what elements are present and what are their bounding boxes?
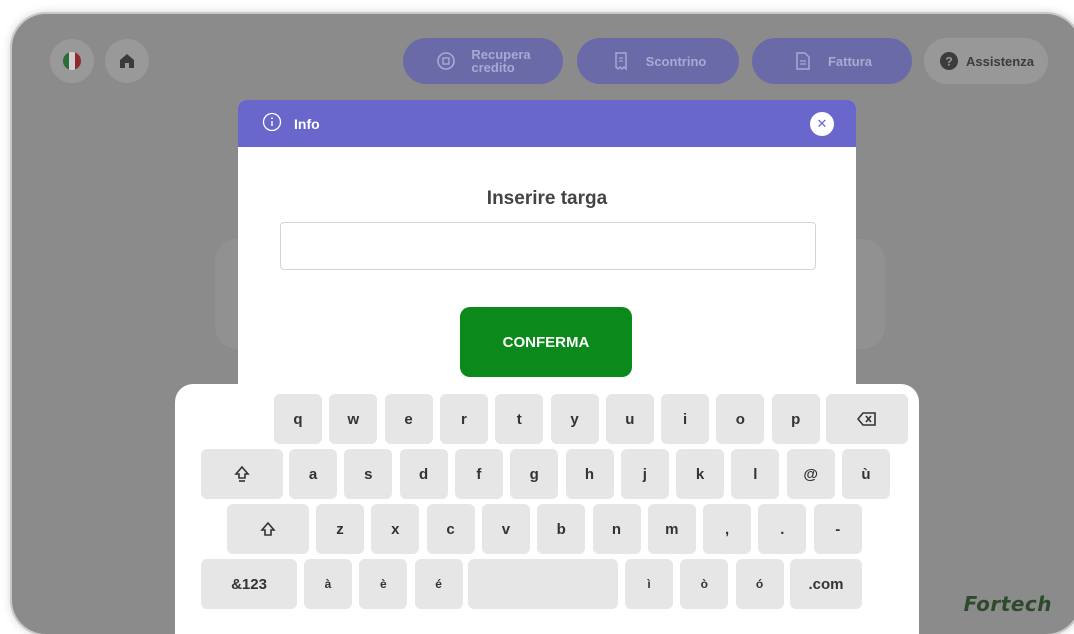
key[interactable]: e [384,394,433,444]
invoice-label: Fattura [827,53,873,69]
recover-credit-button[interactable]: Recupera credito [403,38,563,84]
key[interactable]: l [731,449,780,499]
key[interactable]: q [274,394,322,444]
brand-logo: Fortech [963,592,1052,616]
key[interactable]: n [592,504,641,554]
key[interactable]: o [716,394,765,444]
key[interactable]: h [565,449,614,499]
assistance-button[interactable]: ? Assistenza [924,38,1048,84]
key[interactable]: k [676,449,725,499]
info-icon [262,112,282,135]
numbers-key[interactable]: &123 [201,559,297,609]
key[interactable]: i [661,394,710,444]
key[interactable]: m [647,504,696,554]
virtual-keyboard: qwertyuiop a s d f g h j k l @ ù zxcvbnm,.- &123 à… [175,384,919,634]
key[interactable]: d [399,449,448,499]
dialog-header: Info [238,100,856,147]
receipt-label: Scontrino [645,53,707,69]
close-icon[interactable]: ✕ [810,112,834,136]
svg-text:?: ? [945,55,952,69]
shift-icon [260,521,276,536]
key[interactable]: é [414,559,463,609]
key[interactable]: w [329,394,378,444]
invoice-button[interactable]: Fattura [752,38,912,84]
home-icon [120,54,134,68]
document-icon [792,50,814,72]
key[interactable]: f [454,449,503,499]
dialog-header-title: Info [294,115,320,132]
key[interactable]: ù [842,449,890,499]
backspace-key[interactable] [826,394,908,444]
dialog-title: Inserire targa [486,188,608,209]
caps-lock-key[interactable] [201,449,283,499]
italian-flag-icon [63,52,81,70]
assistance-label: Assistenza [966,53,1034,69]
info-dialog: Info ✕ Inserire targa CONFERMA [238,100,856,400]
home-button[interactable] [105,39,149,83]
key[interactable]: p [771,394,820,444]
key[interactable]: t [495,394,544,444]
receipt-button[interactable]: Scontrino [577,38,739,84]
key[interactable]: b [537,504,586,554]
key[interactable]: u [605,394,654,444]
recover-credit-label: Recupera credito [471,47,531,75]
key[interactable]: è [359,559,408,609]
language-button[interactable] [50,39,94,83]
coin-refresh-icon [435,50,457,72]
caps-lock-icon [234,465,250,482]
key[interactable]: @ [786,449,835,499]
key[interactable]: ì [625,559,673,609]
key[interactable]: v [481,504,530,554]
key[interactable]: y [550,394,599,444]
key[interactable]: à [304,559,352,609]
key[interactable]: j [620,449,669,499]
key[interactable]: s [344,449,393,499]
receipt-icon [610,50,632,72]
key[interactable]: r [439,394,488,444]
key[interactable]: x [371,504,420,554]
key[interactable]: - [813,504,862,554]
shift-key[interactable] [227,504,309,554]
key[interactable]: , [703,504,752,554]
help-icon: ? [938,50,960,72]
license-plate-input[interactable] [280,222,816,270]
key[interactable]: g [510,449,559,499]
backspace-icon [857,412,876,426]
dot-com-key[interactable]: .com [790,559,862,609]
key[interactable]: a [289,449,337,499]
key[interactable]: z [316,504,364,554]
key[interactable]: ó [735,559,784,609]
key[interactable]: ò [680,559,729,609]
confirm-button[interactable]: CONFERMA [460,307,632,377]
key[interactable]: . [758,504,807,554]
kiosk-screen: Recupera credito Scontrino Fattura ? Ass… [12,14,1074,634]
space-key[interactable] [468,559,618,609]
key[interactable]: c [426,504,475,554]
